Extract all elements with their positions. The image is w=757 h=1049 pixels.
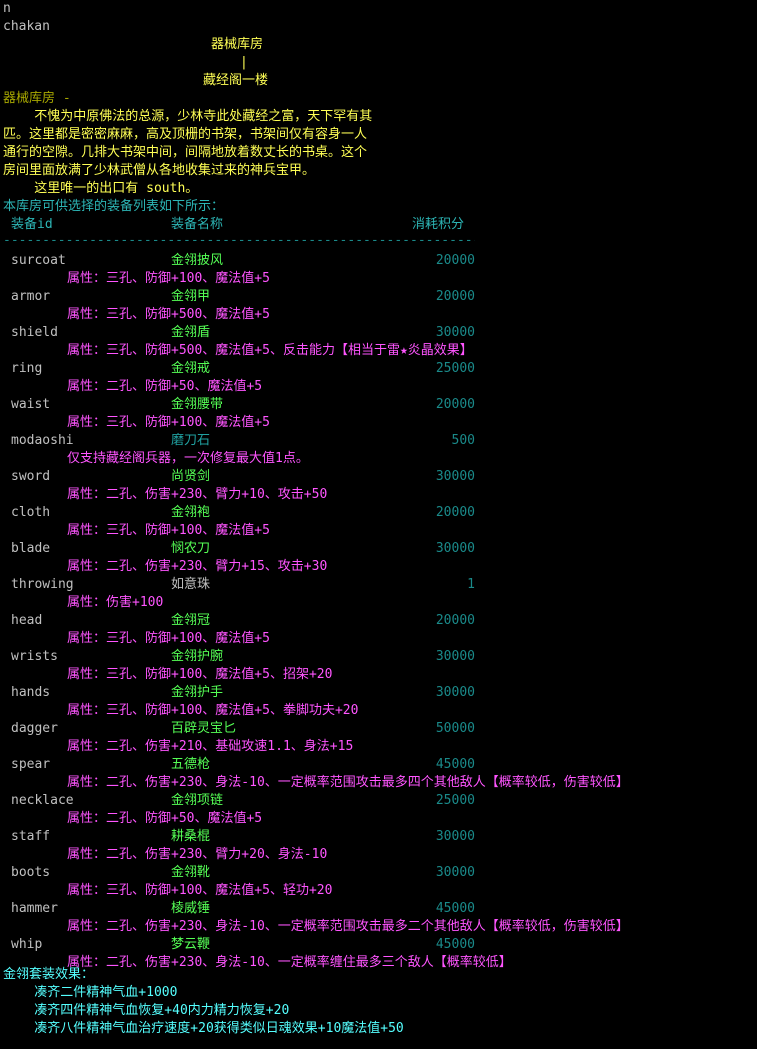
equipment-attributes: 属性：二孔、伤害+230、身法-10、一定概率范围攻击最多四个其他敌人【概率较低… (67, 775, 629, 790)
equipment-attributes: 属性：二孔、防御+50、魔法值+5 (67, 379, 263, 394)
equipment-cost: 45000 (435, 937, 475, 952)
room-description-line: 房间里面放满了少林武僧从各地收集过来的神兵宝甲。 (3, 163, 316, 178)
equipment-id[interactable]: waist (11, 396, 50, 414)
equipment-id[interactable]: modaoshi (11, 432, 74, 450)
equipment-attributes: 属性：二孔、防御+50、魔法值+5 (67, 811, 263, 826)
equipment-attributes: 属性：二孔、伤害+230、身法-10、一定概率范围攻击最多二个其他敌人【概率较低… (67, 919, 629, 934)
equipment-name[interactable]: 金翎冠 (171, 612, 210, 630)
set-bonus-line: 凑齐四件精神气血恢复+40内力精力恢复+20 (3, 1003, 290, 1018)
equipment-attributes: 属性：三孔、防御+100、魔法值+5 (67, 271, 270, 286)
set-bonus-line: 凑齐二件精神气血+1000 (3, 985, 178, 1000)
equipment-cost: 45000 (435, 757, 475, 772)
command-echo: n (3, 1, 11, 16)
equipment-name[interactable]: 棱威锤 (171, 900, 210, 918)
equipment-cost: 20000 (435, 397, 475, 412)
equipment-cost: 20000 (435, 613, 475, 628)
equipment-id[interactable]: shield (11, 324, 58, 342)
equipment-cost: 30000 (435, 469, 475, 484)
equipment-name[interactable]: 百辟灵宝匕 (171, 720, 236, 738)
map-room-exit: 藏经阁一楼 (203, 73, 269, 88)
equipment-cost: 500 (451, 433, 475, 448)
equipment-attributes: 属性：三孔、防御+100、魔法值+5 (67, 415, 270, 430)
equipment-id[interactable]: necklace (11, 792, 74, 810)
equipment-cost: 20000 (435, 253, 475, 268)
equipment-id[interactable]: hands (11, 684, 50, 702)
equipment-cost: 25000 (435, 793, 475, 808)
equipment-cost: 50000 (435, 721, 475, 736)
equipment-cost: 30000 (435, 649, 475, 664)
equipment-name[interactable]: 耕桑棍 (171, 828, 210, 846)
equipment-attributes: 属性：二孔、伤害+230、臂力+20、身法-10 (67, 847, 328, 862)
equipment-cost: 1 (467, 577, 475, 592)
equipment-name[interactable]: 梦云鞭 (171, 936, 210, 954)
command-echo: chakan (3, 19, 50, 34)
equipment-name[interactable]: 金翎腰带 (171, 396, 223, 414)
equipment-name[interactable]: 金翎披风 (171, 252, 223, 270)
equipment-id[interactable]: spear (11, 756, 50, 774)
equipment-cost: 30000 (435, 541, 475, 556)
terminal-window: n chakan 器械库房 | 藏经阁一楼 器械库房 - 不愧为中原佛法的总源，… (0, 0, 757, 1049)
room-exits: 这里唯一的出口有 south。 (3, 181, 199, 196)
equipment-attributes: 属性：三孔、防御+500、魔法值+5 (67, 307, 270, 322)
equipment-name[interactable]: 金翎戒 (171, 360, 210, 378)
equipment-attributes: 属性：三孔、防御+500、魔法值+5、反击能力【相当于雷★炎晶效果】 (67, 343, 473, 358)
equipment-name[interactable]: 金翎甲 (171, 288, 210, 306)
equipment-attributes: 属性：三孔、防御+100、魔法值+5、拳脚功夫+20 (67, 703, 359, 718)
header-divider: ----------------------------------------… (3, 233, 475, 248)
equipment-id[interactable]: throwing (11, 576, 74, 594)
equipment-name[interactable]: 如意珠 (171, 576, 210, 594)
equipment-cost: 30000 (435, 325, 475, 340)
room-description-line: 匹。这里都是密密麻麻，高及顶栅的书架，书架间仅有容身一人 (3, 127, 368, 142)
equipment-id[interactable]: surcoat (11, 252, 66, 270)
equipment-id[interactable]: armor (11, 288, 50, 306)
room-title: 器械库房 - (3, 91, 71, 106)
equipment-cost: 45000 (435, 901, 475, 916)
equipment-cost: 25000 (435, 361, 475, 376)
room-description-line: 不愧为中原佛法的总源，少林寺此处藏经之富，天下罕有其 (3, 109, 373, 124)
equipment-cost: 20000 (435, 505, 475, 520)
equipment-id[interactable]: cloth (11, 504, 50, 522)
equipment-id[interactable]: ring (11, 360, 42, 378)
map-link: | (240, 55, 248, 70)
equipment-name[interactable]: 尚贤剑 (171, 468, 210, 486)
equipment-id[interactable]: staff (11, 828, 50, 846)
equipment-name[interactable]: 金翎护手 (171, 684, 223, 702)
equipment-id[interactable]: wrists (11, 648, 58, 666)
equipment-id[interactable]: whip (11, 936, 42, 954)
equipment-attributes: 属性：二孔、伤害+230、臂力+10、攻击+50 (67, 487, 328, 502)
equipment-attributes: 属性：三孔、防御+100、魔法值+5、轻功+20 (67, 883, 333, 898)
map-room-current: 器械库房 (211, 37, 264, 52)
equipment-cost: 30000 (435, 829, 475, 844)
equipment-attributes: 属性：三孔、防御+100、魔法值+5、招架+20 (67, 667, 333, 682)
equipment-attributes: 属性：三孔、防御+100、魔法值+5 (67, 631, 270, 646)
equipment-name[interactable]: 金翎护腕 (171, 648, 223, 666)
equipment-id[interactable]: hammer (11, 900, 58, 918)
equipment-attributes: 仅支持藏经阁兵器，一次修复最大值1点。 (67, 451, 309, 466)
equipment-attributes: 属性：伤害+100 (67, 595, 164, 610)
equipment-name[interactable]: 金翎袍 (171, 504, 210, 522)
equipment-name[interactable]: 五德枪 (171, 756, 210, 774)
equipment-attributes: 属性：三孔、防御+100、魔法值+5 (67, 523, 270, 538)
equipment-cost: 30000 (435, 685, 475, 700)
equipment-name[interactable]: 悯农刀 (171, 540, 210, 558)
equipment-id[interactable]: head (11, 612, 42, 630)
equipment-attributes: 属性：二孔、伤害+210、基础攻速1.1、身法+15 (67, 739, 354, 754)
room-description-line: 通行的空隙。几排大书架中间，间隔地放着数丈长的书桌。这个 (3, 145, 368, 160)
equipment-name[interactable]: 磨刀石 (171, 432, 210, 450)
equipment-attributes: 属性：二孔、伤害+230、身法-10、一定概率缠住最多三个敌人【概率较低】 (67, 955, 512, 970)
equipment-cost: 30000 (435, 865, 475, 880)
equipment-cost: 20000 (435, 289, 475, 304)
equipment-attributes: 属性：二孔、伤害+230、臂力+15、攻击+30 (67, 559, 328, 574)
equipment-id[interactable]: boots (11, 864, 50, 882)
equipment-id[interactable]: dagger (11, 720, 58, 738)
equipment-name[interactable]: 金翎靴 (171, 864, 210, 882)
equipment-id[interactable]: sword (11, 468, 50, 486)
equipment-id[interactable]: blade (11, 540, 50, 558)
list-intro: 本库房可供选择的装备列表如下所示： (3, 199, 225, 214)
set-bonus-title: 金翎套装效果： (3, 967, 95, 982)
equipment-name[interactable]: 金翎盾 (171, 324, 210, 342)
equipment-name[interactable]: 金翎项链 (171, 792, 223, 810)
set-bonus-line: 凑齐八件精神气血治疗速度+20获得类似日魂效果+10魔法值+50 (3, 1021, 404, 1036)
